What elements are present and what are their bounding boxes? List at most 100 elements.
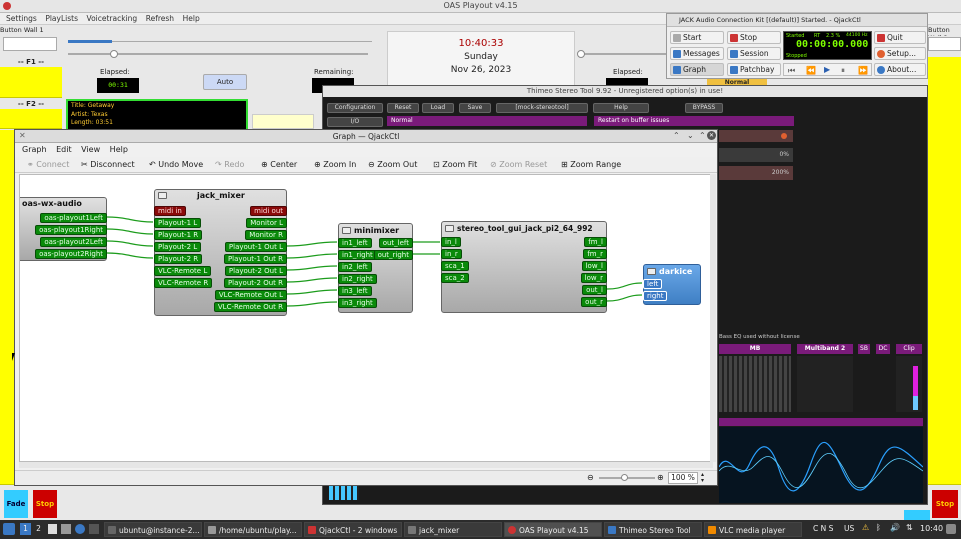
port-midi-out[interactable]: midi out: [250, 206, 287, 216]
configuration-button[interactable]: Configuration: [327, 103, 383, 113]
cart-button[interactable]: [0, 67, 62, 98]
window-up-icon[interactable]: ⌃: [673, 131, 680, 140]
port-in3-left[interactable]: in3_left: [338, 286, 372, 296]
port-low-r[interactable]: low_r: [580, 273, 607, 283]
about-button[interactable]: About...: [874, 63, 926, 76]
port-in1-right[interactable]: in1_right: [338, 250, 377, 260]
port-playout2-out-r[interactable]: Playout-2 Out R: [223, 278, 287, 288]
volume-slider-track[interactable]: [112, 41, 372, 42]
client-minimixer[interactable]: minimixer in1_left in1_right in2_left in…: [338, 223, 413, 313]
port-left[interactable]: left: [643, 279, 663, 289]
task-terminal[interactable]: ubuntu@instance-2...: [104, 522, 202, 537]
restart-bar[interactable]: Restart on buffer issues: [594, 116, 794, 126]
port-out-left[interactable]: out_left: [378, 238, 413, 248]
stop-button[interactable]: Stop: [727, 31, 781, 44]
task-files[interactable]: /home/ubuntu/play...: [204, 522, 302, 537]
center-button[interactable]: ⊕ Center: [261, 159, 297, 171]
port-oas-playout1Right[interactable]: oas-playout1Right: [35, 225, 107, 235]
port-sca-2[interactable]: sca_2: [441, 273, 469, 283]
quit-button[interactable]: Quit: [874, 31, 926, 44]
port-vlc-remote-out-l[interactable]: VLC-Remote Out L: [214, 290, 287, 300]
zoom-out-icon[interactable]: ⊖: [587, 473, 594, 482]
zoom-reset-button[interactable]: ⊘ Zoom Reset: [490, 159, 547, 171]
port-low-l[interactable]: low_l: [581, 261, 607, 271]
port-vlc-remote-l[interactable]: VLC-Remote L: [154, 266, 212, 276]
menu-help[interactable]: Help: [183, 13, 200, 25]
undo-move-button[interactable]: ↶ Undo Move: [149, 159, 203, 171]
port-in3-right[interactable]: in3_right: [338, 298, 377, 308]
folder-icon[interactable]: [61, 524, 71, 534]
port-monitor-l[interactable]: Monitor L: [246, 218, 287, 228]
play-icon[interactable]: ▶: [824, 65, 830, 74]
task-qjackctl[interactable]: QjackCtl - 2 windows: [304, 522, 402, 537]
port-playout1-out-r[interactable]: Playout-1 Out R: [223, 254, 287, 264]
port-oas-playout2Left[interactable]: oas-playout2Left: [40, 237, 107, 247]
port-in-r[interactable]: in_r: [441, 249, 462, 259]
cart-button-column[interactable]: [928, 57, 961, 485]
spin-icon[interactable]: ▴ ▾: [701, 472, 704, 484]
start-menu-icon[interactable]: [3, 523, 15, 535]
left-wall-select[interactable]: [3, 37, 57, 51]
zoom-out-button[interactable]: ⊖ Zoom Out: [368, 159, 417, 171]
menu-settings[interactable]: Settings: [6, 13, 37, 25]
browser-icon[interactable]: [75, 524, 85, 534]
port-in-l[interactable]: in_l: [441, 237, 461, 247]
forward-icon[interactable]: ⏩: [858, 66, 868, 75]
zoom-range-button[interactable]: ⊞ Zoom Range: [561, 159, 621, 171]
port-oas-playout2Right[interactable]: oas-playout2Right: [35, 249, 107, 259]
normal-bar[interactable]: Normal: [387, 116, 587, 126]
disconnect-button[interactable]: ✂ Disconnect: [81, 159, 135, 171]
reset-button[interactable]: Reset: [387, 103, 419, 113]
port-out-r[interactable]: out_r: [581, 297, 607, 307]
port-vlc-remote-r[interactable]: VLC-Remote R: [154, 278, 213, 288]
port-fm-r[interactable]: fm_r: [583, 249, 607, 259]
start-button[interactable]: Start: [670, 31, 724, 44]
graph-menu-edit[interactable]: Edit: [56, 145, 72, 154]
port-vlc-remote-out-r[interactable]: VLC-Remote Out R: [213, 302, 287, 312]
show-desktop-icon[interactable]: [946, 524, 956, 534]
zoom-spinbox[interactable]: 100 %: [668, 472, 698, 484]
session-button[interactable]: Session: [727, 47, 781, 60]
auto-button[interactable]: Auto: [203, 74, 247, 90]
rewind-start-icon[interactable]: ⏮: [788, 66, 795, 76]
stop-button[interactable]: Stop: [33, 490, 57, 518]
setup-button[interactable]: Setup...: [874, 47, 926, 60]
cart-button[interactable]: [0, 109, 62, 129]
cart-button-column[interactable]: [0, 130, 14, 485]
warning-icon[interactable]: ⚠: [862, 523, 869, 532]
port-playout1-out-l[interactable]: Playout-1 Out L: [224, 242, 287, 252]
slider-knob[interactable]: [781, 133, 787, 139]
pause-icon[interactable]: ⏸: [841, 66, 845, 76]
port-playout2-l[interactable]: Playout-2 L: [154, 242, 202, 252]
save-button[interactable]: Save: [459, 103, 491, 113]
port-monitor-r[interactable]: Monitor R: [245, 230, 287, 240]
port-playout1-l[interactable]: Playout-1 L: [154, 218, 202, 228]
graph-canvas[interactable]: oas-wx-audio oas-playout1Left oas-playou…: [19, 174, 713, 462]
task-vlc[interactable]: VLC media player: [704, 522, 802, 537]
fade-button[interactable]: Fade: [4, 490, 28, 518]
client-stereo-tool[interactable]: stereo_tool_gui_jack_pi2_64_992 in_l in_…: [441, 221, 607, 313]
vertical-scrollbar[interactable]: [710, 174, 716, 462]
client-jack-mixer[interactable]: jack_mixer midi in Playout-1 L Playout-1…: [154, 189, 287, 316]
zoom-slider-handle[interactable]: [621, 474, 628, 481]
patchbay-button[interactable]: Patchbay: [727, 63, 781, 76]
port-sca-1[interactable]: sca_1: [441, 261, 469, 271]
fade-button-partial[interactable]: [904, 510, 930, 520]
port-in2-left[interactable]: in2_left: [338, 262, 372, 272]
terminal-icon[interactable]: [89, 524, 99, 534]
port-out-l[interactable]: out_l: [582, 285, 607, 295]
task-oas-playout[interactable]: OAS Playout v4.15: [504, 522, 602, 537]
port-in1-left[interactable]: in1_left: [338, 238, 372, 248]
player2-progress-slider[interactable]: [580, 53, 666, 55]
connect-button[interactable]: ⚭ Connect: [27, 159, 69, 171]
stop-button[interactable]: Stop: [932, 490, 958, 518]
window-menu-icon[interactable]: ✕: [19, 131, 26, 140]
task-stereo-tool[interactable]: Thimeo Stereo Tool: [604, 522, 702, 537]
zoom-in-button[interactable]: ⊕ Zoom In: [314, 159, 356, 171]
port-fm-l[interactable]: fm_l: [584, 237, 607, 247]
port-midi-in[interactable]: midi in: [154, 206, 186, 216]
progress-handle[interactable]: [110, 50, 118, 58]
redo-button[interactable]: ↷ Redo: [215, 159, 244, 171]
graph-menu-graph[interactable]: Graph: [22, 145, 47, 154]
messages-button[interactable]: Messages: [670, 47, 724, 60]
